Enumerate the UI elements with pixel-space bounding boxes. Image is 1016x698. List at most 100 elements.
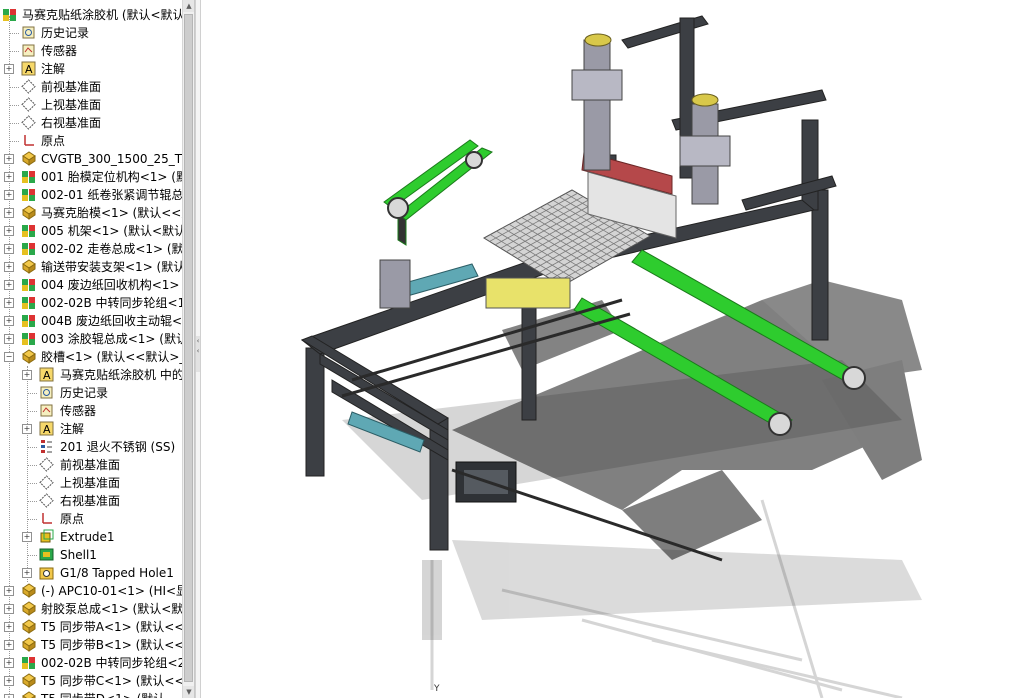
feature-tree-label: 前视基准面 <box>41 80 102 94</box>
expand-icon[interactable]: + <box>4 640 14 650</box>
feature-tree-item[interactable]: 历史记录 <box>0 384 182 402</box>
expand-icon[interactable]: + <box>4 316 14 326</box>
feature-tree-item[interactable]: 原点 <box>0 510 182 528</box>
feature-tree-item[interactable]: + G1/8 Tapped Hole1 <box>0 564 182 582</box>
feature-tree-item[interactable]: +002-02B 中转同步轮组<1 <box>0 294 182 312</box>
feature-manager-tree[interactable]: 马赛克贴纸涂胶机 (默认<默认 历史记录 传感器 + A 注解 前视基准面 上视基准面 右视基准… <box>0 0 195 698</box>
feature-tree-label: 历史记录 <box>41 26 90 40</box>
feature-tree-label: 传感器 <box>41 44 78 58</box>
feature-tree-item[interactable]: +005 机架<1> (默认<默认 <box>0 222 182 240</box>
feature-tree-item[interactable]: + A 注解 <box>0 420 182 438</box>
tree-connector <box>27 465 37 466</box>
part-icon <box>21 637 36 652</box>
panel-splitter[interactable]: ‹ ‹ <box>195 0 201 698</box>
feature-tree-item[interactable]: +002-01 纸卷张紧调节辊总 <box>0 186 182 204</box>
feature-tree-item[interactable]: 右视基准面 <box>0 492 182 510</box>
feature-tree-item[interactable]: +004B 废边纸回收主动辊< <box>0 312 182 330</box>
expand-icon[interactable]: + <box>4 208 14 218</box>
feature-tree-item[interactable]: +002-02B 中转同步轮组<2 <box>0 654 182 672</box>
feature-tree-label: 前视基准面 <box>60 458 121 472</box>
feature-tree-item[interactable]: + 马赛克胎模<1> (默认<<默 <box>0 204 182 222</box>
tree-scrollbar[interactable]: ▲ ▼ <box>182 0 194 698</box>
feature-tree-label: 004B 废边纸回收主动辊< <box>41 314 182 328</box>
tree-connector <box>9 105 19 106</box>
expand-icon[interactable]: + <box>4 190 14 200</box>
tree-connector <box>27 555 37 556</box>
expand-icon[interactable]: + <box>4 694 14 698</box>
feature-tree-item[interactable]: 前视基准面 <box>0 78 182 96</box>
history-icon <box>39 385 54 400</box>
feature-tree-label: 射胶泵总成<1> (默认<默 <box>41 602 182 616</box>
scroll-up-arrow-icon[interactable]: ▲ <box>183 0 194 12</box>
expand-icon[interactable]: + <box>22 424 32 434</box>
feature-tree-item[interactable]: 马赛克贴纸涂胶机 (默认<默认 <box>0 6 182 24</box>
feature-tree-label: (-) APC10-01<1> (HI<显 <box>41 584 182 598</box>
machine-3d-model[interactable] <box>202 0 1016 698</box>
feature-tree-item[interactable]: + 射胶泵总成<1> (默认<默 <box>0 600 182 618</box>
feature-tree-item[interactable]: Shell1 <box>0 546 182 564</box>
collapse-panel-icon[interactable]: ‹ ‹ <box>196 336 200 372</box>
feature-tree-item[interactable]: +004 废边纸回收机构<1> <box>0 276 182 294</box>
feature-tree-item[interactable]: + Extrude1 <box>0 528 182 546</box>
expand-icon[interactable]: + <box>4 262 14 272</box>
feature-tree-item[interactable]: + T5 同步带C<1> (默认<<默 <box>0 672 182 690</box>
feature-tree-label: 002-02B 中转同步轮组<1 <box>41 296 182 310</box>
expand-icon[interactable]: + <box>4 334 14 344</box>
graphics-viewport[interactable]: Y <box>202 0 1016 698</box>
expand-icon[interactable]: + <box>4 604 14 614</box>
annotation-icon: A <box>21 61 36 76</box>
feature-tree-item[interactable]: + T5 同步带D<1> (默认 <box>0 690 182 698</box>
expand-icon[interactable]: + <box>4 658 14 668</box>
feature-tree-item[interactable]: + 输送带安装支架<1> (默认 <box>0 258 182 276</box>
feature-tree-item[interactable]: 历史记录 <box>0 24 182 42</box>
feature-tree-label: 002-02B 中转同步轮组<2 <box>41 656 182 670</box>
scroll-thumb[interactable] <box>184 14 193 682</box>
feature-tree-item[interactable]: 原点 <box>0 132 182 150</box>
expand-icon[interactable]: + <box>4 226 14 236</box>
feature-tree-item[interactable]: 前视基准面 <box>0 456 182 474</box>
expand-icon[interactable]: + <box>4 622 14 632</box>
expand-icon[interactable]: + <box>4 676 14 686</box>
feature-tree-item[interactable]: 上视基准面 <box>0 96 182 114</box>
feature-tree-item[interactable]: 上视基准面 <box>0 474 182 492</box>
feature-tree-item[interactable]: + (-) APC10-01<1> (HI<显 <box>0 582 182 600</box>
feature-tree-item[interactable]: − 胶槽<1> (默认<<默认>_ <box>0 348 182 366</box>
expand-icon[interactable]: + <box>4 154 14 164</box>
expand-icon[interactable]: + <box>22 532 32 542</box>
expand-icon[interactable]: + <box>22 568 32 578</box>
feature-tree-item[interactable]: 传感器 <box>0 402 182 420</box>
collapse-icon[interactable]: − <box>4 352 14 362</box>
scroll-down-arrow-icon[interactable]: ▼ <box>183 686 194 698</box>
feature-tree-label: 注解 <box>41 62 66 76</box>
feature-tree-item[interactable]: +003 涂胶辊总成<1> (默认 <box>0 330 182 348</box>
part-icon <box>21 583 36 598</box>
svg-text:A: A <box>43 369 51 382</box>
tree-connector <box>27 447 37 448</box>
feature-tree-label: 002-02 走卷总成<1> (默认 <box>41 242 182 256</box>
expand-icon[interactable]: + <box>4 64 14 74</box>
expand-icon[interactable]: + <box>4 244 14 254</box>
tree-connector <box>9 51 19 52</box>
feature-tree-item[interactable]: + T5 同步带A<1> (默认<<默 <box>0 618 182 636</box>
feature-tree-item[interactable]: 右视基准面 <box>0 114 182 132</box>
feature-tree-item[interactable]: + A 注解 <box>0 60 182 78</box>
feature-tree-item[interactable]: +002-02 走卷总成<1> (默认 <box>0 240 182 258</box>
expand-icon[interactable]: + <box>4 586 14 596</box>
expand-icon[interactable]: + <box>4 172 14 182</box>
feature-tree-item[interactable]: 传感器 <box>0 42 182 60</box>
feature-tree-label: 原点 <box>60 512 85 526</box>
feature-tree-item[interactable]: + CVGTB_300_1500_25_T10 <box>0 150 182 168</box>
feature-tree-item[interactable]: + A 马赛克贴纸涂胶机 中的 <box>0 366 182 384</box>
coordinate-triad-label: Y <box>434 684 440 694</box>
feature-tree-item[interactable]: 201 退火不锈钢 (SS) <box>0 438 182 456</box>
expand-icon[interactable]: + <box>4 298 14 308</box>
feature-tree-item[interactable]: + T5 同步带B<1> (默认<<默 <box>0 636 182 654</box>
feature-tree-label: 传感器 <box>60 404 97 418</box>
expand-icon[interactable]: + <box>22 370 32 380</box>
plane-icon <box>39 457 54 472</box>
plane-icon <box>21 97 36 112</box>
feature-tree-label: G1/8 Tapped Hole1 <box>60 566 174 580</box>
expand-icon[interactable]: + <box>4 280 14 290</box>
feature-tree-item[interactable]: +001 胎模定位机构<1> (默 <box>0 168 182 186</box>
assembly-icon <box>2 7 17 22</box>
